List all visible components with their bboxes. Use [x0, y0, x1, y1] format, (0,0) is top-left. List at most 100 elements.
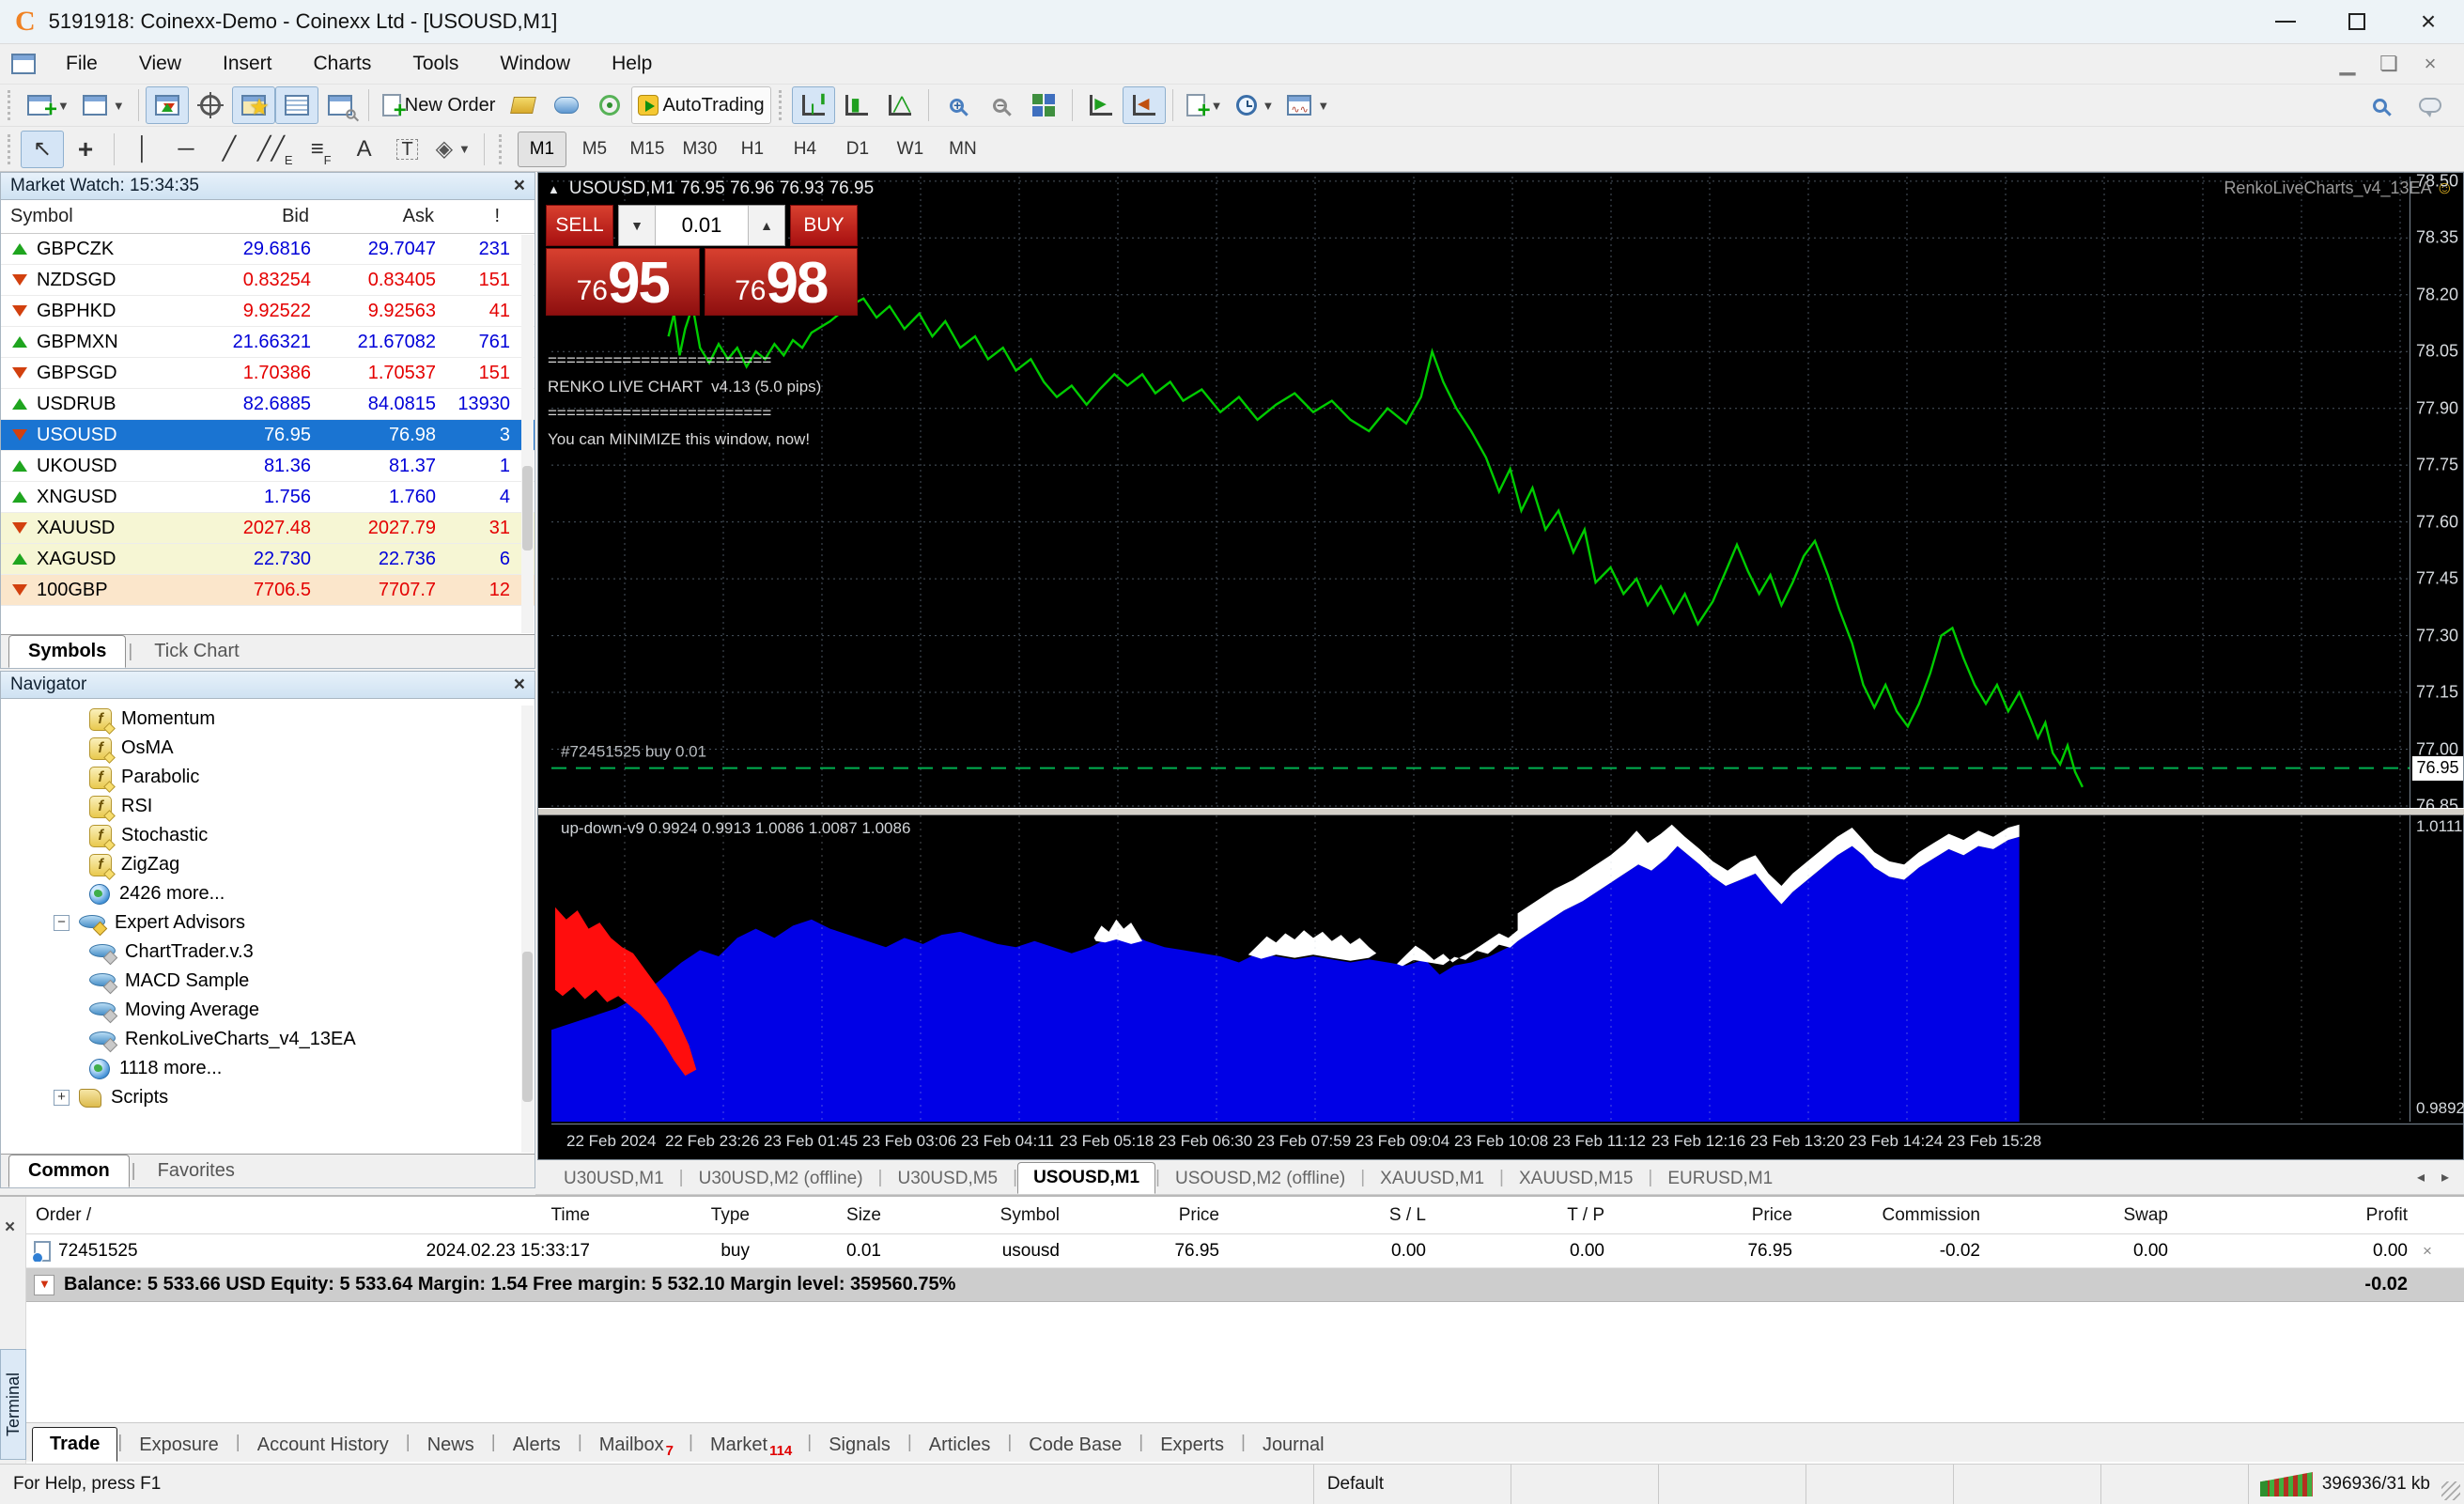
orders-column-commission[interactable]: Commission [1802, 1205, 1990, 1226]
chart-tab-u30usd-m2-offline-[interactable]: U30USD,M2 (offline) [684, 1164, 878, 1194]
menu-view[interactable]: View [118, 47, 202, 81]
menu-insert[interactable]: Insert [202, 47, 293, 81]
orders-column-order-[interactable]: Order / [26, 1205, 261, 1226]
navigator-item-scripts[interactable]: +Scripts [1, 1083, 535, 1112]
maximize-button[interactable] [2321, 0, 2393, 43]
market-watch-row-nzdsgd[interactable]: NZDSGD0.832540.83405151 [1, 265, 535, 296]
chart-tab-u30usd-m5[interactable]: U30USD,M5 [882, 1164, 1013, 1194]
market-watch-row-gbpmxn[interactable]: GBPMXN21.6632121.67082761 [1, 327, 535, 358]
timeframe-m30-button[interactable]: M30 [675, 132, 724, 167]
tab-scroll-right-icon[interactable]: ▸ [2441, 1168, 2449, 1186]
volume-up-button[interactable]: ▲ [749, 206, 784, 245]
text-button[interactable]: A [343, 131, 386, 168]
timeframe-m5-button[interactable]: M5 [570, 132, 619, 167]
bar-chart-button[interactable]: ╷╹ [792, 86, 835, 124]
orders-column-price[interactable]: Price [1614, 1205, 1802, 1226]
templates-button[interactable]: ∿∿▼ [1280, 86, 1336, 124]
navigator-item-charttrader-v-3[interactable]: ChartTrader.v.3 [1, 938, 535, 967]
toolbar-grip[interactable] [8, 90, 15, 120]
menu-file[interactable]: File [45, 47, 118, 81]
tile-windows-button[interactable] [1022, 86, 1065, 124]
market-watch-row-gbpsgd[interactable]: GBPSGD1.703861.70537151 [1, 358, 535, 389]
market-watch-row-xauusd[interactable]: XAUUSD2027.482027.7931 [1, 513, 535, 544]
terminal-tab-code-base[interactable]: Code Base [1012, 1429, 1139, 1462]
navigator-item-macd-sample[interactable]: MACD Sample [1, 967, 535, 996]
text-label-button[interactable]: T [386, 131, 429, 168]
menu-charts[interactable]: Charts [293, 47, 393, 81]
terminal-tab-alerts[interactable]: Alerts [496, 1429, 578, 1462]
cursor-button[interactable]: ↖ [21, 131, 64, 168]
zoom-in-button[interactable]: + [936, 86, 979, 124]
terminal-tab-trade[interactable]: Trade [32, 1427, 117, 1462]
navigator-item-osma[interactable]: fOsMA [1, 734, 535, 763]
chart-tab-xauusd-m15[interactable]: XAUUSD,M15 [1504, 1164, 1648, 1194]
timeframe-h4-button[interactable]: H4 [781, 132, 829, 167]
data-window-button[interactable] [189, 86, 232, 124]
market-watch-row-usdrub[interactable]: USDRUB82.688584.081513930 [1, 389, 535, 420]
navigator-item-rsi[interactable]: fRSI [1, 792, 535, 821]
timeframe-h1-button[interactable]: H1 [728, 132, 777, 167]
navigator-item-parabolic[interactable]: fParabolic [1, 763, 535, 792]
sell-button[interactable]: SELL [546, 205, 613, 246]
child-minimize-button[interactable]: ▁ [2327, 52, 2368, 76]
chart-tab-u30usd-m1[interactable]: U30USD,M1 [549, 1164, 679, 1194]
child-restore-button[interactable]: ❏ [2368, 52, 2410, 76]
minimize-button[interactable] [2250, 0, 2321, 43]
horizontal-line-button[interactable]: ─ [164, 131, 208, 168]
buy-button[interactable]: BUY [790, 205, 858, 246]
crosshair-button[interactable]: + [64, 131, 107, 168]
close-button[interactable]: × [2393, 0, 2464, 43]
terminal-tab-experts[interactable]: Experts [1143, 1429, 1241, 1462]
scrollbar-thumb[interactable] [522, 952, 533, 1102]
candlestick-button[interactable]: ▮ [835, 86, 878, 124]
expand-icon[interactable]: + [54, 1090, 70, 1106]
market-watch-close-icon[interactable]: × [514, 175, 525, 197]
market-watch-tab-tick-chart[interactable]: Tick Chart [134, 635, 258, 668]
zoom-out-button[interactable]: − [979, 86, 1022, 124]
terminal-tab-journal[interactable]: Journal [1246, 1429, 1341, 1462]
time-axis[interactable]: 22 Feb 202422 Feb 23:2623 Feb 01:4523 Fe… [551, 1124, 2464, 1159]
new-chart-button[interactable]: ▼ [21, 86, 76, 124]
periods-button[interactable]: ▼ [1230, 86, 1281, 124]
chart-tab-usousd-m1[interactable]: USOUSD,M1 [1017, 1162, 1155, 1194]
orders-column-t-p[interactable]: T / P [1435, 1205, 1614, 1226]
channel-button[interactable]: ╱╱E [251, 131, 300, 168]
market-watch-row-ukousd[interactable]: UKOUSD81.3681.371 [1, 451, 535, 482]
timeframe-d1-button[interactable]: D1 [833, 132, 882, 167]
navigator-close-icon[interactable]: × [514, 674, 525, 696]
status-profile[interactable]: Default [1314, 1465, 1511, 1504]
navigator-item-moving-average[interactable]: Moving Average [1, 996, 535, 1025]
orders-column-profit[interactable]: Profit [2177, 1205, 2417, 1226]
column-spread[interactable]: ! [443, 206, 509, 227]
resize-grip[interactable] [2441, 1481, 2460, 1500]
vertical-line-button[interactable]: │ [121, 131, 164, 168]
profiles-button[interactable]: ▼ [76, 86, 132, 124]
navigator-tab-favorites[interactable]: Favorites [138, 1155, 255, 1187]
navigator-item-stochastic[interactable]: fStochastic [1, 821, 535, 850]
panel-divider[interactable] [538, 808, 2464, 815]
market-watch-row-gbphkd[interactable]: GBPHKD9.925229.9256341 [1, 296, 535, 327]
chart-tab-eurusd-m1[interactable]: EURUSD,M1 [1652, 1164, 1788, 1194]
order-row[interactable]: 724515252024.02.23 15:33:17buy0.01usousd… [26, 1234, 2464, 1268]
shapes-button[interactable]: ◈▼ [429, 131, 477, 168]
child-close-button[interactable]: × [2410, 52, 2451, 76]
market-watch-row-usousd[interactable]: USOUSD76.9576.983 [1, 420, 535, 451]
navigator-item-momentum[interactable]: fMomentum [1, 705, 535, 734]
collapse-icon[interactable]: − [54, 915, 70, 931]
menu-window[interactable]: Window [479, 47, 591, 81]
navigator-item-renkolivecharts-v4-13ea[interactable]: RenkoLiveCharts_v4_13EA [1, 1025, 535, 1054]
orders-column-s-l[interactable]: S / L [1229, 1205, 1435, 1226]
terminal-close-icon[interactable]: × [5, 1217, 15, 1238]
metaeditor-button[interactable] [502, 86, 545, 124]
toolbar-grip[interactable] [8, 134, 15, 164]
terminal-tab-exposure[interactable]: Exposure [122, 1429, 236, 1462]
market-watch-row-100gbp[interactable]: 100GBP7706.57707.712 [1, 575, 535, 606]
terminal-tab-account-history[interactable]: Account History [240, 1429, 406, 1462]
new-order-button[interactable]: New Order [376, 86, 503, 124]
navigator-item-expert-advisors[interactable]: −Expert Advisors [1, 908, 535, 938]
orders-column-size[interactable]: Size [759, 1205, 891, 1226]
close-position-icon[interactable]: × [2423, 1242, 2432, 1261]
orders-column-price[interactable]: Price [1069, 1205, 1229, 1226]
chart-tab-usousd-m2-offline-[interactable]: USOUSD,M2 (offline) [1160, 1164, 1360, 1194]
timeframe-m15-button[interactable]: M15 [623, 132, 672, 167]
